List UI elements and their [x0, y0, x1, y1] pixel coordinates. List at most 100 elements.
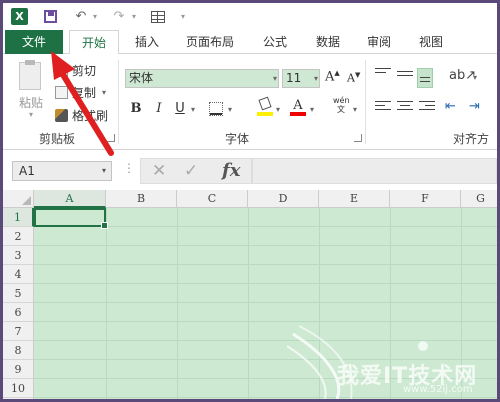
italic-button[interactable]: I — [153, 100, 165, 118]
gridline — [34, 378, 497, 379]
gridline — [34, 264, 497, 265]
column-header-f[interactable]: F — [390, 190, 461, 208]
borders-icon[interactable] — [209, 102, 223, 116]
paste-dropdown-icon[interactable]: ▾ — [29, 110, 33, 119]
tab-home[interactable]: 开始 — [69, 30, 119, 55]
gridline — [248, 208, 249, 399]
tab-formulas[interactable]: 公式 — [255, 30, 295, 54]
fill-color-icon[interactable] — [257, 96, 273, 116]
bold-button[interactable]: B — [129, 100, 143, 118]
paste-button[interactable]: 粘贴 — [19, 94, 43, 111]
clipboard-launcher-icon[interactable] — [107, 134, 115, 142]
formula-input[interactable] — [252, 158, 497, 184]
gridline — [34, 359, 497, 360]
name-box[interactable]: A1 ▾ — [12, 161, 112, 181]
row-header-9[interactable]: 9 — [3, 360, 34, 379]
underline-dropdown-icon[interactable]: ▾ — [191, 105, 195, 114]
save-icon[interactable] — [43, 8, 58, 25]
tab-insert[interactable]: 插入 — [127, 30, 167, 54]
tab-review[interactable]: 审阅 — [359, 30, 399, 54]
font-color-icon[interactable]: A — [290, 98, 306, 116]
align-center-icon[interactable] — [397, 101, 413, 115]
phonetic-dropdown-icon[interactable]: ▾ — [353, 105, 357, 114]
increase-indent-icon[interactable]: ⇥ — [469, 99, 480, 114]
font-name-select[interactable]: 宋体 ▾ — [125, 69, 279, 88]
undo-dropdown-icon[interactable]: ▾ — [91, 8, 99, 25]
row-header-5[interactable]: 5 — [3, 284, 34, 303]
phonetic-guide-icon[interactable]: wén 文 — [333, 96, 350, 114]
font-group-label: 字体 — [225, 132, 250, 146]
formula-buttons: ✕ ✓ fx — [140, 158, 252, 184]
font-launcher-icon[interactable] — [354, 134, 362, 142]
tab-data[interactable]: 数据 — [308, 30, 348, 54]
column-header-e[interactable]: E — [319, 190, 390, 208]
customize-qat-icon[interactable]: ▾ — [179, 8, 187, 25]
excel-logo-icon: X — [11, 8, 28, 25]
decrease-indent-icon[interactable]: ⇤ — [445, 99, 456, 114]
font-size-value: 11 — [286, 71, 302, 85]
formula-bar-splitter-icon[interactable]: ⋮ — [123, 161, 135, 175]
gridline — [177, 208, 178, 399]
column-header-c[interactable]: C — [177, 190, 248, 208]
gridline — [461, 208, 462, 399]
row-header-4[interactable]: 4 — [3, 265, 34, 284]
copy-label: 复制 — [72, 86, 97, 100]
tab-page-layout[interactable]: 页面布局 — [181, 30, 239, 54]
decrease-font-size-icon[interactable]: A▼ — [347, 71, 360, 85]
redo-icon[interactable]: ↷ — [111, 8, 127, 25]
row-header-7[interactable]: 7 — [3, 322, 34, 341]
insert-function-icon[interactable]: fx — [222, 160, 240, 181]
worksheet-grid[interactable]: ABCDEFG 1234567891011 — [3, 190, 497, 399]
gridline — [34, 340, 497, 341]
scissors-icon — [55, 64, 68, 77]
row-header-3[interactable]: 3 — [3, 246, 34, 265]
underline-button[interactable]: U — [173, 100, 187, 118]
font-name-dropdown-icon[interactable]: ▾ — [273, 70, 277, 87]
fill-color-dropdown-icon[interactable]: ▾ — [276, 105, 280, 114]
column-header-b[interactable]: B — [106, 190, 177, 208]
align-right-icon[interactable] — [419, 101, 435, 115]
tab-view[interactable]: 视图 — [411, 30, 451, 54]
select-all-button[interactable] — [3, 190, 34, 208]
row-header-10[interactable]: 10 — [3, 379, 34, 398]
copy-icon — [55, 86, 68, 99]
font-name-value: 宋体 — [129, 71, 154, 85]
redo-dropdown-icon[interactable]: ▾ — [130, 8, 138, 25]
active-cell-a1[interactable] — [34, 208, 108, 229]
gridline — [319, 208, 320, 399]
font-size-select[interactable]: 11 ▾ — [282, 69, 320, 88]
orientation-dropdown-icon[interactable]: ▾ — [473, 73, 477, 82]
row-header-11[interactable]: 11 — [3, 398, 34, 399]
row-header-6[interactable]: 6 — [3, 303, 34, 322]
increase-font-size-icon[interactable]: A▲ — [325, 69, 340, 84]
column-header-d[interactable]: D — [248, 190, 319, 208]
middle-align-icon[interactable] — [397, 71, 413, 85]
undo-icon[interactable]: ↶ — [73, 8, 89, 25]
gridline — [34, 245, 497, 246]
row-header-2[interactable]: 2 — [3, 227, 34, 246]
row-header-8[interactable]: 8 — [3, 341, 34, 360]
tab-file[interactable]: 文件 — [5, 30, 63, 54]
font-size-dropdown-icon[interactable]: ▾ — [314, 70, 318, 87]
align-left-icon[interactable] — [375, 101, 391, 115]
copy-dropdown-icon[interactable]: ▾ — [102, 88, 106, 97]
format-painter-button[interactable]: 格式刷 — [55, 107, 108, 124]
enter-icon[interactable]: ✓ — [184, 161, 198, 181]
top-align-icon[interactable] — [375, 68, 391, 82]
gridline — [34, 397, 497, 398]
ribbon-tabs: 文件 开始 插入 页面布局 公式 数据 审阅 视图 — [3, 30, 497, 55]
row-header-1[interactable]: 1 — [3, 208, 34, 227]
form-icon[interactable] — [150, 8, 166, 25]
column-header-a[interactable]: A — [34, 190, 106, 208]
borders-dropdown-icon[interactable]: ▾ — [228, 105, 232, 114]
copy-button[interactable]: 复制 ▾ — [55, 84, 106, 101]
excel-window: X ↶ ▾ ↷ ▾ ▾ 文件 开始 插入 页面布局 公式 数据 审阅 视图 粘贴… — [3, 3, 497, 399]
font-color-dropdown-icon[interactable]: ▾ — [310, 105, 314, 114]
gridline — [34, 302, 497, 303]
cancel-icon[interactable]: ✕ — [152, 161, 166, 181]
column-header-g[interactable]: G — [461, 190, 497, 208]
cut-button[interactable]: 剪切 — [55, 62, 96, 79]
bottom-align-icon[interactable] — [417, 68, 433, 88]
paste-icon[interactable] — [19, 60, 41, 90]
name-box-dropdown-icon[interactable]: ▾ — [102, 162, 106, 180]
